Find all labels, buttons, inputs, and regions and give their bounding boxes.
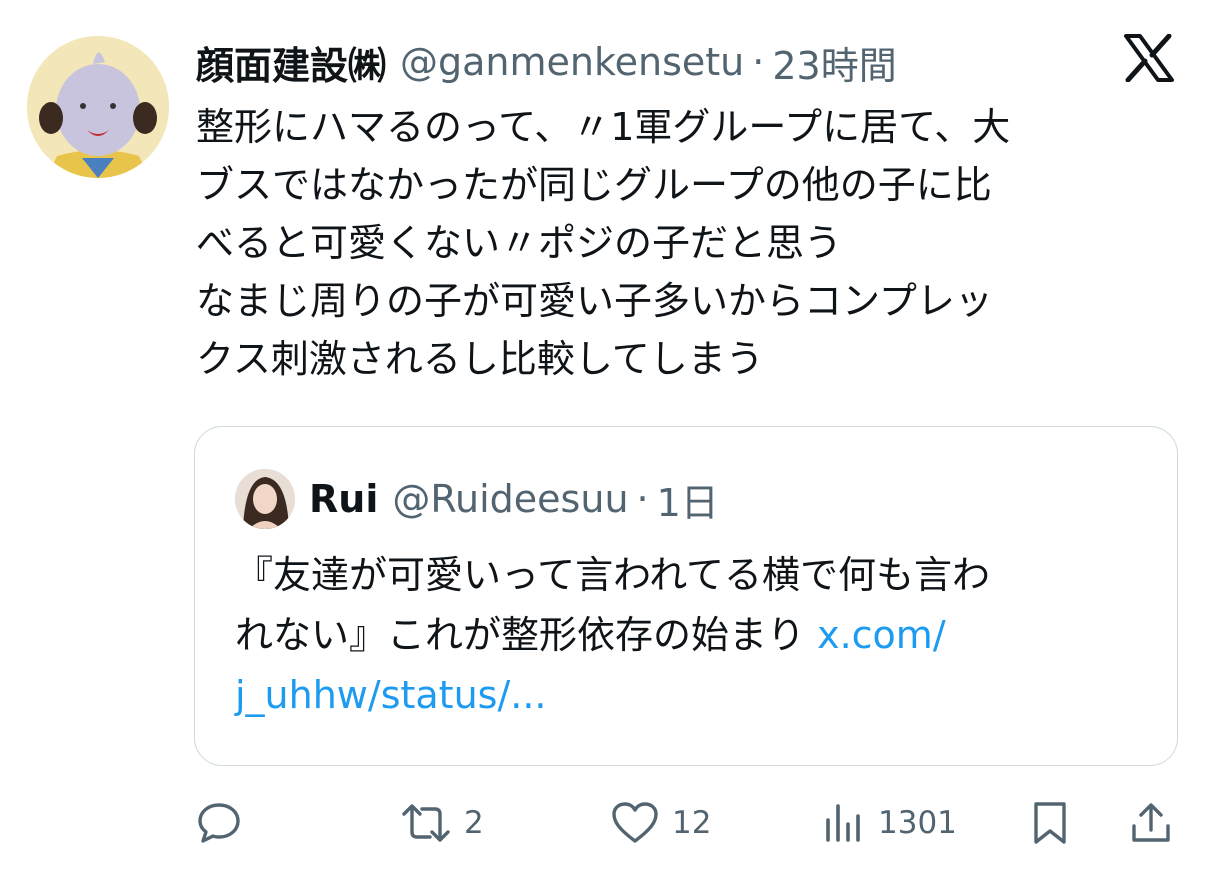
heart-icon [610, 800, 660, 846]
like-count: 12 [672, 805, 712, 841]
tweet-text-line: ブスではなかったが同じグループの他の子に比 [196, 163, 992, 207]
tweet-body: 整形にハマるのって、〃1軍グループに居て、大 ブスではなかったが同じグループの他… [196, 98, 1156, 388]
tweet-header: 顔面建設㈱ @ganmenkensetu · 23時間 [196, 34, 897, 90]
quoted-tweet-body: 『友達が可愛いって言われてる横で何も言わ れない』これが整形依存の始まり x.c… [235, 545, 1155, 725]
quoted-tweet-card[interactable]: Rui @Ruideesuu · 1日 『友達が可愛いって言われてる横で何も言わ… [194, 426, 1178, 766]
avatar-photo [235, 469, 295, 529]
quoted-author-display-name[interactable]: Rui [309, 477, 378, 521]
author-handle[interactable]: @ganmenkensetu [400, 40, 744, 84]
tweet-text-line: べると可愛くない〃ポジの子だと思う [196, 221, 843, 265]
author-display-name[interactable]: 顔面建設㈱ [196, 35, 386, 90]
views-count: 1301 [878, 805, 957, 841]
tweet-text-line: なまじ周りの子が可愛い子多いからコンプレッ [196, 279, 993, 323]
like-button[interactable]: 12 [610, 788, 711, 858]
reply-icon [196, 800, 242, 846]
author-avatar[interactable] [27, 36, 169, 178]
x-logo-icon[interactable] [1124, 33, 1174, 83]
tweet-action-bar: 2 12 1301 [0, 788, 1206, 858]
bookmark-icon [1030, 800, 1070, 846]
quoted-tweet-timestamp[interactable]: 1日 [657, 472, 719, 527]
quoted-text-segment: れない』これが整形依存の始まり [235, 613, 818, 657]
quoted-tweet-header: Rui @Ruideesuu · 1日 [309, 469, 719, 529]
tweet-text-line: クス刺激されるし比較してしまう [196, 337, 764, 381]
retweet-icon [400, 800, 452, 846]
quoted-author-avatar[interactable] [235, 469, 295, 529]
views-icon [822, 800, 866, 846]
separator-dot: · [752, 40, 765, 84]
views-button[interactable]: 1301 [822, 788, 957, 858]
retweet-button[interactable]: 2 [400, 788, 484, 858]
quoted-text-line: j_uhhw/status/... [235, 665, 1155, 725]
share-icon [1128, 800, 1174, 846]
reply-button[interactable] [196, 788, 254, 858]
quoted-link[interactable]: x.com/ [817, 613, 946, 657]
tweet-timestamp[interactable]: 23時間 [772, 35, 896, 90]
bookmark-button[interactable] [1030, 788, 1070, 858]
tweet-text-line: 整形にハマるのって、〃1軍グループに居て、大 [196, 105, 1011, 149]
separator-dot: · [636, 477, 649, 521]
share-button[interactable] [1128, 788, 1174, 858]
quoted-author-handle[interactable]: @Ruideesuu [392, 477, 628, 521]
quoted-text-line: れない』これが整形依存の始まり x.com/ [235, 605, 1155, 665]
retweet-count: 2 [464, 805, 484, 841]
quoted-link-continued[interactable]: j_uhhw/status/... [235, 673, 547, 717]
quoted-text-line: 『友達が可愛いって言われてる横で何も言わ [235, 553, 991, 597]
avatar-illustration [27, 36, 169, 178]
